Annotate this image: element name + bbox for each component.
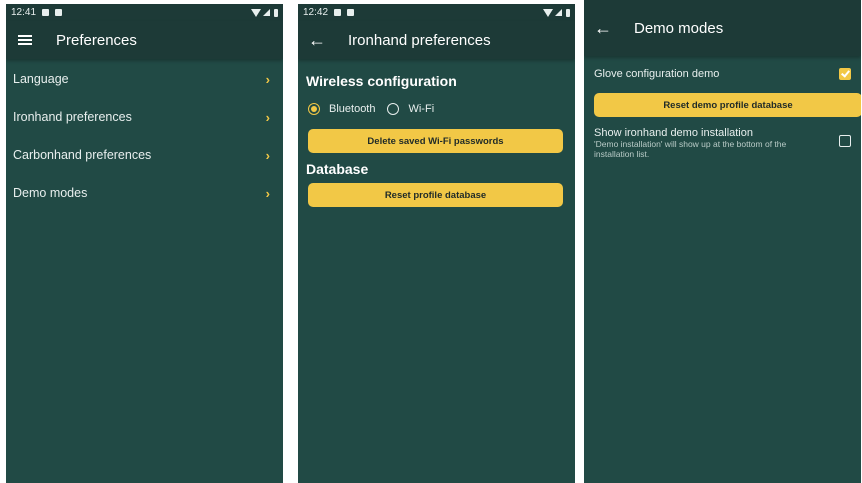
- app-bar: ← Demo modes: [584, 0, 861, 56]
- chevron-right-icon: ›: [265, 185, 270, 201]
- notification-icon: [334, 9, 342, 16]
- glove-demo-row[interactable]: Glove configuration demo: [584, 63, 861, 85]
- show-demo-label: Show ironhand demo installation: [594, 127, 753, 139]
- glove-demo-label: Glove configuration demo: [594, 68, 720, 80]
- glove-demo-checkbox[interactable]: [839, 68, 851, 80]
- signal-icon: [555, 9, 562, 16]
- back-arrow-icon[interactable]: ←: [594, 19, 612, 37]
- battery-icon: [274, 8, 278, 17]
- wifi-status-icon: [251, 8, 261, 17]
- delete-wifi-passwords-button[interactable]: Delete saved Wi-Fi passwords: [308, 129, 563, 153]
- app-bar: ← Ironhand preferences: [298, 21, 575, 59]
- show-demo-checkbox[interactable]: [839, 135, 851, 147]
- notification-icon: [42, 9, 50, 16]
- menu-item-language[interactable]: Language ›: [6, 60, 283, 98]
- bluetooth-radio[interactable]: [308, 103, 320, 115]
- wifi-status-icon: [543, 8, 553, 17]
- signal-icon: [263, 9, 270, 16]
- hamburger-menu-icon[interactable]: [16, 31, 34, 49]
- wireless-configuration-heading: Wireless configuration: [306, 73, 457, 89]
- menu-item-label: Carbonhand preferences: [13, 148, 152, 162]
- page-title: Demo modes: [634, 19, 724, 37]
- menu-item-label: Ironhand preferences: [13, 110, 132, 124]
- chevron-right-icon: ›: [265, 109, 270, 125]
- menu-item-ironhand-preferences[interactable]: Ironhand preferences ›: [6, 98, 283, 136]
- reset-demo-profile-database-button[interactable]: Reset demo profile database: [594, 93, 861, 117]
- bluetooth-label[interactable]: Bluetooth: [329, 103, 375, 115]
- wifi-label[interactable]: Wi-Fi: [408, 103, 434, 115]
- preferences-screen: 12:41 Preferences Language › Ironhand pr…: [6, 4, 283, 483]
- ironhand-preferences-screen: 12:42 ← Ironhand preferences Wireless co…: [298, 4, 575, 483]
- status-time: 12:42: [303, 7, 329, 18]
- back-arrow-icon[interactable]: ←: [308, 31, 326, 49]
- battery-icon: [566, 8, 570, 17]
- menu-item-label: Language: [13, 72, 69, 86]
- reset-profile-database-button[interactable]: Reset profile database: [308, 183, 563, 207]
- sd-card-icon: [55, 9, 63, 16]
- chevron-right-icon: ›: [265, 71, 270, 87]
- app-bar: Preferences: [6, 21, 283, 59]
- menu-item-carbonhand-preferences[interactable]: Carbonhand preferences ›: [6, 136, 283, 174]
- show-demo-installation-row[interactable]: Show ironhand demo installation 'Demo in…: [584, 127, 861, 159]
- menu-item-label: Demo modes: [13, 186, 88, 200]
- demo-modes-screen: ← Demo modes Glove configuration demo Re…: [584, 0, 861, 483]
- wifi-radio[interactable]: [387, 103, 400, 115]
- page-title: Ironhand preferences: [348, 31, 491, 49]
- page-title: Preferences: [56, 31, 137, 49]
- status-bar: 12:42: [298, 4, 575, 21]
- database-heading: Database: [306, 161, 369, 177]
- sd-card-icon: [347, 9, 355, 16]
- status-bar: 12:41: [6, 4, 283, 21]
- chevron-right-icon: ›: [265, 147, 270, 163]
- status-time: 12:41: [11, 7, 37, 18]
- connection-radio-group: Bluetooth Wi-Fi: [298, 97, 575, 121]
- show-demo-description: 'Demo installation' will show up at the …: [594, 139, 787, 159]
- menu-item-demo-modes[interactable]: Demo modes ›: [6, 174, 283, 212]
